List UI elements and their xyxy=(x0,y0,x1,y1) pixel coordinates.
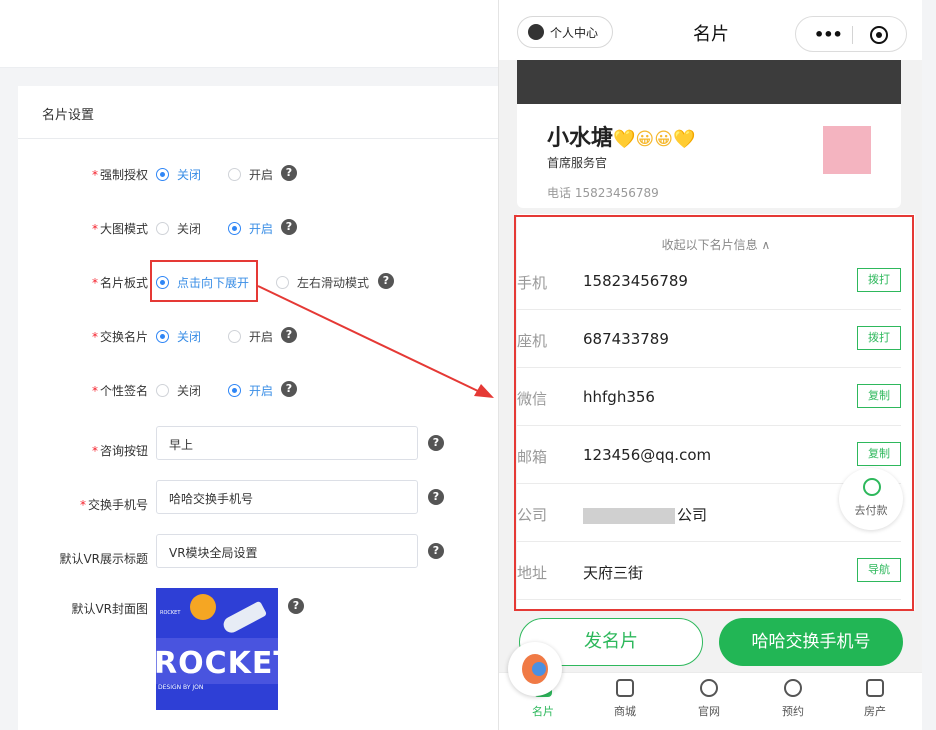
mini-program-capsule[interactable]: ••• xyxy=(795,16,907,52)
radio-dot xyxy=(228,222,241,235)
house-icon xyxy=(866,679,884,697)
help-icon[interactable]: ? xyxy=(378,273,394,289)
action-bar: 发名片 哈哈交换手机号 xyxy=(499,614,922,672)
exchange-phone-input[interactable]: 哈哈交换手机号 xyxy=(156,480,418,514)
vr-title-input[interactable]: VR模块全局设置 xyxy=(156,534,418,568)
setting-row-card-layout: * 名片板式 点击向下展开 左右滑动模式 ? xyxy=(18,270,500,294)
radio-on[interactable]: 开启 xyxy=(228,382,273,399)
business-card: 小水塘💛😀😀💛 首席服务官 电话 15823456789 xyxy=(517,104,901,208)
radio-dot xyxy=(156,384,169,397)
tab-website[interactable]: 官网 xyxy=(679,679,739,719)
highlight-box xyxy=(150,260,258,302)
radio-on[interactable]: 开启 xyxy=(228,328,273,345)
panel-title: 名片设置 xyxy=(42,108,95,123)
nav-bar: 个人中心 名片 ••• xyxy=(499,0,922,60)
top-bar xyxy=(0,0,500,68)
setting-label: * 交换名片 xyxy=(91,330,148,344)
card-title: 首席服务官 xyxy=(547,156,608,170)
help-icon[interactable]: ? xyxy=(281,219,297,235)
help-icon[interactable]: ? xyxy=(428,543,444,559)
card-name: 小水塘💛😀😀💛 xyxy=(547,126,696,151)
help-icon[interactable]: ? xyxy=(281,327,297,343)
radio-dot xyxy=(156,330,169,343)
radio-dot xyxy=(156,222,169,235)
vr-cover-image[interactable]: ROCKET ROCKET DESIGN BY JON xyxy=(156,588,278,710)
settings-panel: 名片设置 * 强制授权 关闭 开启 ? * 大图模式 关闭 开启 ? * 名片板式 点… xyxy=(18,86,500,730)
setting-row-force-auth: * 强制授权 关闭 开启 ? xyxy=(18,162,500,186)
help-icon[interactable]: ? xyxy=(281,165,297,181)
setting-label: 默认VR封面图 xyxy=(71,602,148,616)
globe-icon xyxy=(700,679,718,697)
setting-label: * 强制授权 xyxy=(91,168,148,182)
highlight-box xyxy=(514,215,914,611)
radio-dot xyxy=(156,168,169,181)
clock-icon xyxy=(784,679,802,697)
close-icon[interactable] xyxy=(870,26,888,44)
radio-dot xyxy=(228,384,241,397)
rocket-graphic xyxy=(220,600,268,636)
help-icon[interactable]: ? xyxy=(428,489,444,505)
consult-button-input[interactable]: 早上 xyxy=(156,426,418,460)
help-icon[interactable]: ? xyxy=(281,381,297,397)
radio-on[interactable]: 开启 xyxy=(228,220,273,237)
radio-dot xyxy=(228,330,241,343)
setting-label: * 个性签名 xyxy=(91,384,148,398)
radio-on[interactable]: 开启 xyxy=(228,166,273,183)
setting-label: * 交换手机号 xyxy=(79,498,148,512)
radio-off[interactable]: 关闭 xyxy=(156,328,201,345)
tab-mall[interactable]: 商城 xyxy=(595,679,655,719)
card-phone: 电话 15823456789 xyxy=(547,186,659,200)
tab-booking[interactable]: 预约 xyxy=(763,679,823,719)
setting-row-big-image: * 大图模式 关闭 开启 ? xyxy=(18,216,500,240)
swap-phone-button[interactable]: 哈哈交换手机号 xyxy=(719,618,903,666)
setting-label: * 咨询按钮 xyxy=(91,444,148,458)
help-icon[interactable]: ? xyxy=(428,435,444,451)
tab-property[interactable]: 房产 xyxy=(845,679,905,719)
setting-label: 默认VR展示标题 xyxy=(59,552,148,566)
planet-graphic xyxy=(190,594,216,620)
avatar xyxy=(823,126,871,174)
setting-row-signature: * 个性签名 关闭 开启 ? xyxy=(18,378,500,402)
radio-off[interactable]: 关闭 xyxy=(156,382,201,399)
tab-bar: 名片 商城 官网 预约 房产 xyxy=(499,672,922,730)
radio-off[interactable]: 关闭 xyxy=(156,220,201,237)
divider xyxy=(18,138,500,139)
floating-app-icon[interactable] xyxy=(508,642,562,696)
radio-dot xyxy=(276,276,289,289)
radio-swipe-mode[interactable]: 左右滑动模式 xyxy=(276,274,369,291)
more-icon[interactable]: ••• xyxy=(814,25,843,44)
shopping-bag-icon xyxy=(616,679,634,697)
radio-off[interactable]: 关闭 xyxy=(156,166,201,183)
setting-label: * 名片板式 xyxy=(91,276,148,290)
card-banner-image xyxy=(517,60,901,104)
help-icon[interactable]: ? xyxy=(288,598,304,614)
setting-label: * 大图模式 xyxy=(91,222,148,236)
setting-row-exchange-card: * 交换名片 关闭 开启 ? xyxy=(18,324,500,348)
radio-dot xyxy=(228,168,241,181)
